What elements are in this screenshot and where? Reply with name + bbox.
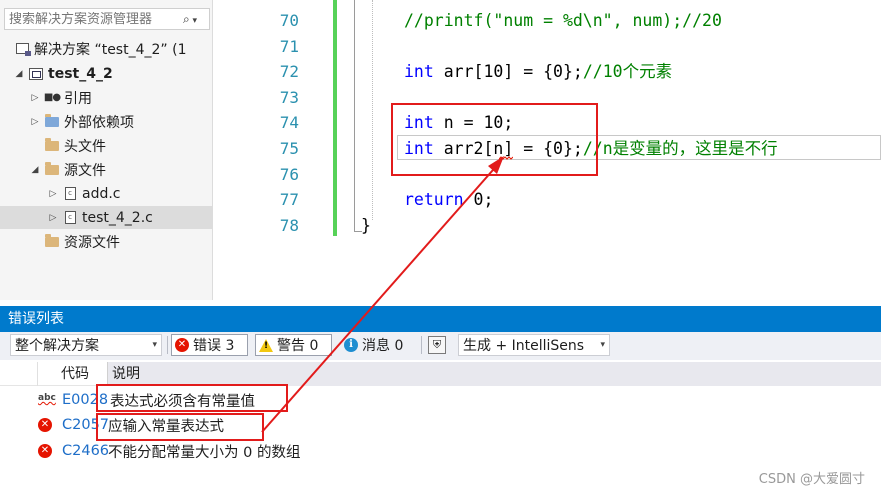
filter-button[interactable]: ⛨ (425, 334, 449, 356)
code-line[interactable]: 71 (247, 34, 881, 59)
error-list-title[interactable]: 错误列表 (0, 306, 881, 332)
info-icon: i (344, 338, 358, 352)
tree-item-label: 外部依赖项 (64, 114, 134, 131)
messages-filter-button[interactable]: i 消息 0 (341, 334, 417, 356)
errors-filter-button[interactable]: ✕ 错误 3 (171, 334, 248, 356)
expanded-arrow-icon[interactable]: ◢ (30, 165, 40, 175)
code-text: return 0; (404, 187, 493, 212)
folder-icon (44, 161, 60, 177)
code-comment: //printf("num = %d\n", num);//20 (404, 11, 722, 30)
code-token: } (361, 215, 371, 235)
line-number: 76 (279, 164, 299, 184)
error-icon: ✕ (38, 444, 52, 458)
error-list-toolbar: 整个解决方案 ▾ ✕ 错误 3 ! 警告 0 i 消息 0 ⛨ 生成 + Int… (0, 332, 881, 360)
solution-search-box[interactable]: ⌕ ▾ (4, 8, 210, 30)
column-header-code[interactable]: 代码 (37, 362, 107, 386)
annotation-box-c2057 (96, 413, 264, 441)
code-keyword: int (404, 62, 434, 82)
tree-item-header-files[interactable]: 头文件 (0, 134, 212, 157)
line-number: 73 (279, 87, 299, 107)
code-text: //printf("num = %d\n", num);//20 (404, 8, 722, 33)
warning-icon: ! (259, 338, 273, 352)
line-number: 78 (279, 215, 299, 235)
chevron-down-icon[interactable]: ▾ (190, 16, 198, 26)
tree-item-resource-files[interactable]: 资源文件 (0, 230, 212, 253)
collapsed-arrow-icon[interactable]: ▷ (48, 213, 58, 223)
code-line[interactable]: 72 int arr[10] = {0};//10个元素 (247, 59, 881, 84)
tree-item-label: add.c (82, 185, 121, 202)
tree-item-label: test_4_2 (48, 65, 113, 82)
column-header-description[interactable]: 说明 (107, 362, 881, 386)
c-file-icon: c (62, 211, 78, 225)
error-icon: ✕ (175, 338, 189, 352)
code-line[interactable]: 77 return 0; (247, 187, 881, 212)
code-line[interactable]: 70 //printf("num = %d\n", num);//20 (247, 8, 881, 33)
errors-count-label: 错误 3 (193, 338, 235, 354)
solution-icon (14, 42, 31, 56)
scope-dropdown[interactable]: 整个解决方案 ▾ (10, 334, 162, 356)
line-number: 70 (279, 11, 299, 30)
collapsed-arrow-icon[interactable]: ▷ (30, 117, 40, 127)
tree-item-test-4-2-c[interactable]: ▷ c test_4_2.c (0, 206, 212, 229)
code-token: arr[10] = {0}; (433, 62, 583, 82)
external-deps-icon (44, 113, 60, 129)
tree-item-source-files[interactable]: ◢ 源文件 (0, 158, 212, 181)
tree-item-label: test_4_2.c (82, 209, 153, 226)
error-row[interactable]: ✕ C2466 不能分配常量大小为 0 的数组 (0, 438, 881, 464)
solution-explorer: ⌕ ▾ 解决方案 “test_4_2” (1 ◢ test_4_2 ▷ ■● 引… (0, 0, 213, 300)
collapsed-arrow-icon[interactable]: ▷ (48, 189, 58, 199)
code-keyword: return (404, 190, 464, 210)
line-number: 74 (279, 113, 299, 133)
chevron-down-icon: ▾ (152, 340, 157, 350)
code-token: 0; (463, 190, 494, 210)
scope-label: 整个解决方案 (15, 338, 99, 354)
warnings-filter-button[interactable]: ! 警告 0 (255, 334, 332, 356)
code-comment: //10个元素 (582, 62, 673, 82)
intellisense-error-icon: abc (38, 393, 56, 403)
error-code: C2466 (62, 443, 110, 459)
code-text: int arr[10] = {0};//10个元素 (404, 59, 672, 84)
tree-item-label: 解决方案 “test_4_2” (1 (34, 41, 187, 58)
annotation-box-code (391, 103, 598, 176)
tree-item-references[interactable]: ▷ ■● 引用 (0, 86, 212, 109)
line-number: 77 (279, 190, 299, 210)
error-description: 不能分配常量大小为 0 的数组 (108, 444, 301, 461)
tree-item-project[interactable]: ◢ test_4_2 (0, 62, 212, 85)
build-filter-dropdown[interactable]: 生成 + IntelliSens ▾ (458, 334, 610, 356)
tree-item-solution[interactable]: 解决方案 “test_4_2” (1 (0, 37, 212, 60)
messages-count-label: 消息 0 (362, 338, 404, 354)
tree-item-add-c[interactable]: ▷ c add.c (0, 182, 212, 205)
solution-search-input[interactable] (5, 11, 175, 27)
expanded-arrow-icon[interactable]: ◢ (14, 69, 24, 79)
error-list-header: 代码 说明 (0, 362, 881, 386)
tree-item-label: 引用 (64, 90, 92, 107)
error-icon: ✕ (38, 418, 52, 432)
tree-item-label: 资源文件 (64, 234, 120, 251)
filter-icon: ⛨ (428, 336, 446, 354)
line-number: 75 (279, 139, 299, 158)
code-comment: //n是变量的，这里是不行 (582, 139, 778, 158)
search-icon[interactable]: ⌕ ▾ (175, 12, 205, 27)
line-number: 71 (279, 36, 299, 56)
line-number: 72 (279, 62, 299, 82)
code-text: } (361, 213, 371, 238)
collapsed-arrow-icon[interactable]: ▷ (30, 93, 40, 103)
c-file-icon: c (62, 187, 78, 201)
tree-item-label: 源文件 (64, 162, 106, 179)
annotation-box-e0028 (96, 384, 288, 412)
folder-icon (44, 233, 60, 249)
chevron-down-icon: ▾ (600, 340, 605, 350)
watermark: CSDN @大爱圆寸 (758, 472, 865, 487)
project-icon (28, 67, 44, 81)
build-filter-label: 生成 + IntelliSens (463, 338, 585, 354)
folder-icon (44, 137, 60, 153)
warnings-count-label: 警告 0 (277, 338, 319, 354)
tree-item-external-deps[interactable]: ▷ 外部依赖项 (0, 110, 212, 133)
tree-item-label: 头文件 (64, 138, 106, 155)
code-line[interactable]: 78} (247, 213, 881, 238)
references-icon: ■● (43, 92, 61, 103)
